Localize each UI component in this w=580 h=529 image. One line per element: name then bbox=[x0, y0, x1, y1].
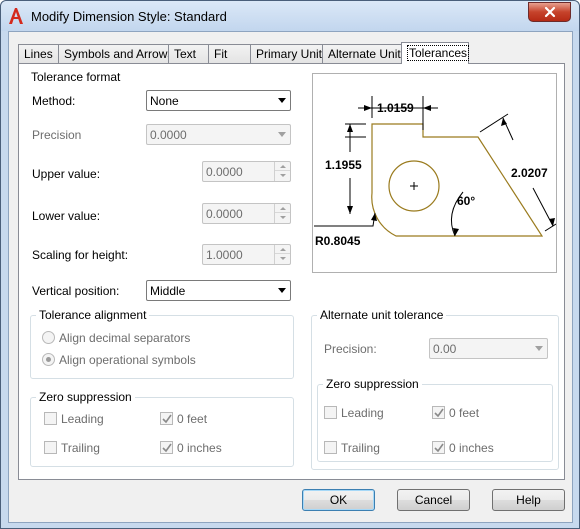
precision-dropdown[interactable]: 0.0000 bbox=[146, 124, 291, 145]
tab-fit[interactable]: Fit bbox=[208, 44, 251, 64]
alternate-unit-tolerance-title: Alternate unit tolerance bbox=[317, 308, 447, 322]
alt-zero-feet-label: 0 feet bbox=[449, 406, 480, 420]
tolerances-panel: Tolerance format Method: None Precision … bbox=[18, 63, 565, 480]
align-operational-label: Align operational symbols bbox=[59, 353, 196, 367]
lower-value-value: 0.0000 bbox=[206, 207, 243, 221]
checkmark-icon bbox=[434, 408, 444, 418]
trailing-checkbox[interactable] bbox=[44, 441, 57, 454]
zero-feet-checkbox[interactable] bbox=[160, 412, 173, 425]
alt-leading-checkbox[interactable] bbox=[324, 406, 337, 419]
tab-primary-units[interactable]: Primary Units bbox=[250, 44, 328, 64]
spinner-buttons bbox=[274, 245, 290, 264]
preview-drawing: 1.0159 1.1955 2.0207 60° R0.8045 bbox=[314, 96, 557, 248]
chevron-down-icon bbox=[278, 98, 286, 103]
alt-zero-inches-checkbox[interactable] bbox=[432, 441, 445, 454]
align-decimal-radio[interactable] bbox=[42, 331, 55, 344]
radio-selected-dot bbox=[46, 357, 51, 362]
spin-up-icon[interactable] bbox=[275, 162, 290, 171]
alt-precision-label: Precision: bbox=[324, 342, 377, 356]
spin-down-icon[interactable] bbox=[275, 213, 290, 222]
alt-trailing-checkbox[interactable] bbox=[324, 441, 337, 454]
tab-lines[interactable]: Lines bbox=[18, 44, 59, 64]
dialog-window: Modify Dimension Style: Standard Lines S… bbox=[0, 0, 580, 529]
close-x-icon bbox=[544, 6, 555, 18]
alt-zero-suppression-title: Zero suppression bbox=[323, 377, 422, 391]
alt-trailing-label: Trailing bbox=[341, 441, 380, 455]
zero-inches-checkbox[interactable] bbox=[160, 441, 173, 454]
precision-label: Precision bbox=[32, 128, 82, 142]
vertical-position-label: Vertical position: bbox=[32, 284, 120, 298]
align-operational-radio[interactable] bbox=[42, 353, 55, 366]
alt-precision-dropdown[interactable]: 0.00 bbox=[429, 338, 548, 359]
method-value: None bbox=[150, 94, 179, 108]
chevron-down-icon bbox=[278, 132, 286, 137]
cancel-button[interactable]: Cancel bbox=[397, 489, 470, 511]
method-dropdown[interactable]: None bbox=[146, 90, 291, 111]
spinner-buttons bbox=[274, 204, 290, 223]
chevron-down-icon bbox=[535, 346, 543, 351]
autocad-a-icon bbox=[9, 8, 23, 24]
upper-value-label: Upper value: bbox=[32, 167, 101, 181]
tolerance-alignment-group: Tolerance alignment bbox=[30, 308, 294, 379]
scaling-for-height-spinner[interactable]: 1.0000 bbox=[202, 244, 291, 265]
spin-up-icon[interactable] bbox=[275, 204, 290, 213]
leading-checkbox[interactable] bbox=[44, 412, 57, 425]
dim-radius-text: R0.8045 bbox=[315, 234, 361, 248]
method-label: Method: bbox=[32, 94, 76, 108]
part-outline bbox=[371, 123, 544, 237]
vertical-position-dropdown[interactable]: Middle bbox=[146, 280, 291, 301]
zero-feet-label: 0 feet bbox=[177, 412, 208, 426]
lower-value-label: Lower value: bbox=[32, 209, 101, 223]
alt-zero-feet-checkbox[interactable] bbox=[432, 406, 445, 419]
tab-alternate-units[interactable]: Alternate Units bbox=[322, 44, 407, 64]
zero-inches-label: 0 inches bbox=[177, 441, 222, 455]
spinner-buttons bbox=[274, 162, 290, 181]
dialog-body: Lines Symbols and Arrows Text Fit Primar… bbox=[8, 31, 573, 523]
checkmark-icon bbox=[434, 443, 444, 453]
tolerance-alignment-title: Tolerance alignment bbox=[36, 308, 150, 322]
precision-value: 0.0000 bbox=[150, 128, 187, 142]
dim-top-text: 1.0159 bbox=[377, 101, 414, 115]
help-button[interactable]: Help bbox=[492, 489, 565, 511]
upper-value-spinner[interactable]: 0.0000 bbox=[202, 161, 291, 182]
title-bar[interactable]: Modify Dimension Style: Standard bbox=[1, 1, 579, 31]
tab-symbols-and-arrows[interactable]: Symbols and Arrows bbox=[58, 44, 173, 64]
ok-button[interactable]: OK bbox=[302, 489, 375, 511]
checkmark-icon bbox=[162, 443, 172, 453]
zero-suppression-group: Zero suppression bbox=[30, 390, 294, 467]
close-button[interactable] bbox=[528, 2, 571, 22]
tab-tolerances-label: Tolerances bbox=[407, 45, 470, 61]
zero-suppression-title: Zero suppression bbox=[36, 390, 135, 404]
dim-angle-text: 60° bbox=[457, 194, 475, 208]
alt-leading-label: Leading bbox=[341, 406, 384, 420]
dimension-preview: 1.0159 1.1955 2.0207 60° R0.8045 bbox=[312, 73, 557, 273]
spin-down-icon[interactable] bbox=[275, 254, 290, 263]
dim-right-text: 2.0207 bbox=[511, 166, 548, 180]
tab-tolerances[interactable]: Tolerances bbox=[401, 42, 470, 64]
tolerance-format-title: Tolerance format bbox=[28, 70, 124, 84]
dim-left-text: 1.1955 bbox=[325, 158, 362, 172]
scaling-for-height-label: Scaling for height: bbox=[32, 248, 129, 262]
tab-text[interactable]: Text bbox=[168, 44, 209, 64]
spin-up-icon[interactable] bbox=[275, 245, 290, 254]
checkmark-icon bbox=[162, 414, 172, 424]
lower-value-spinner[interactable]: 0.0000 bbox=[202, 203, 291, 224]
window-title: Modify Dimension Style: Standard bbox=[31, 9, 227, 24]
upper-value-value: 0.0000 bbox=[206, 165, 243, 179]
trailing-label: Trailing bbox=[61, 441, 100, 455]
chevron-down-icon bbox=[278, 288, 286, 293]
spin-down-icon[interactable] bbox=[275, 171, 290, 180]
leading-label: Leading bbox=[61, 412, 104, 426]
alt-precision-value: 0.00 bbox=[433, 342, 457, 356]
vertical-position-value: Middle bbox=[150, 284, 186, 298]
alt-zero-inches-label: 0 inches bbox=[449, 441, 494, 455]
align-decimal-label: Align decimal separators bbox=[59, 331, 191, 345]
scaling-for-height-value: 1.0000 bbox=[206, 248, 243, 262]
